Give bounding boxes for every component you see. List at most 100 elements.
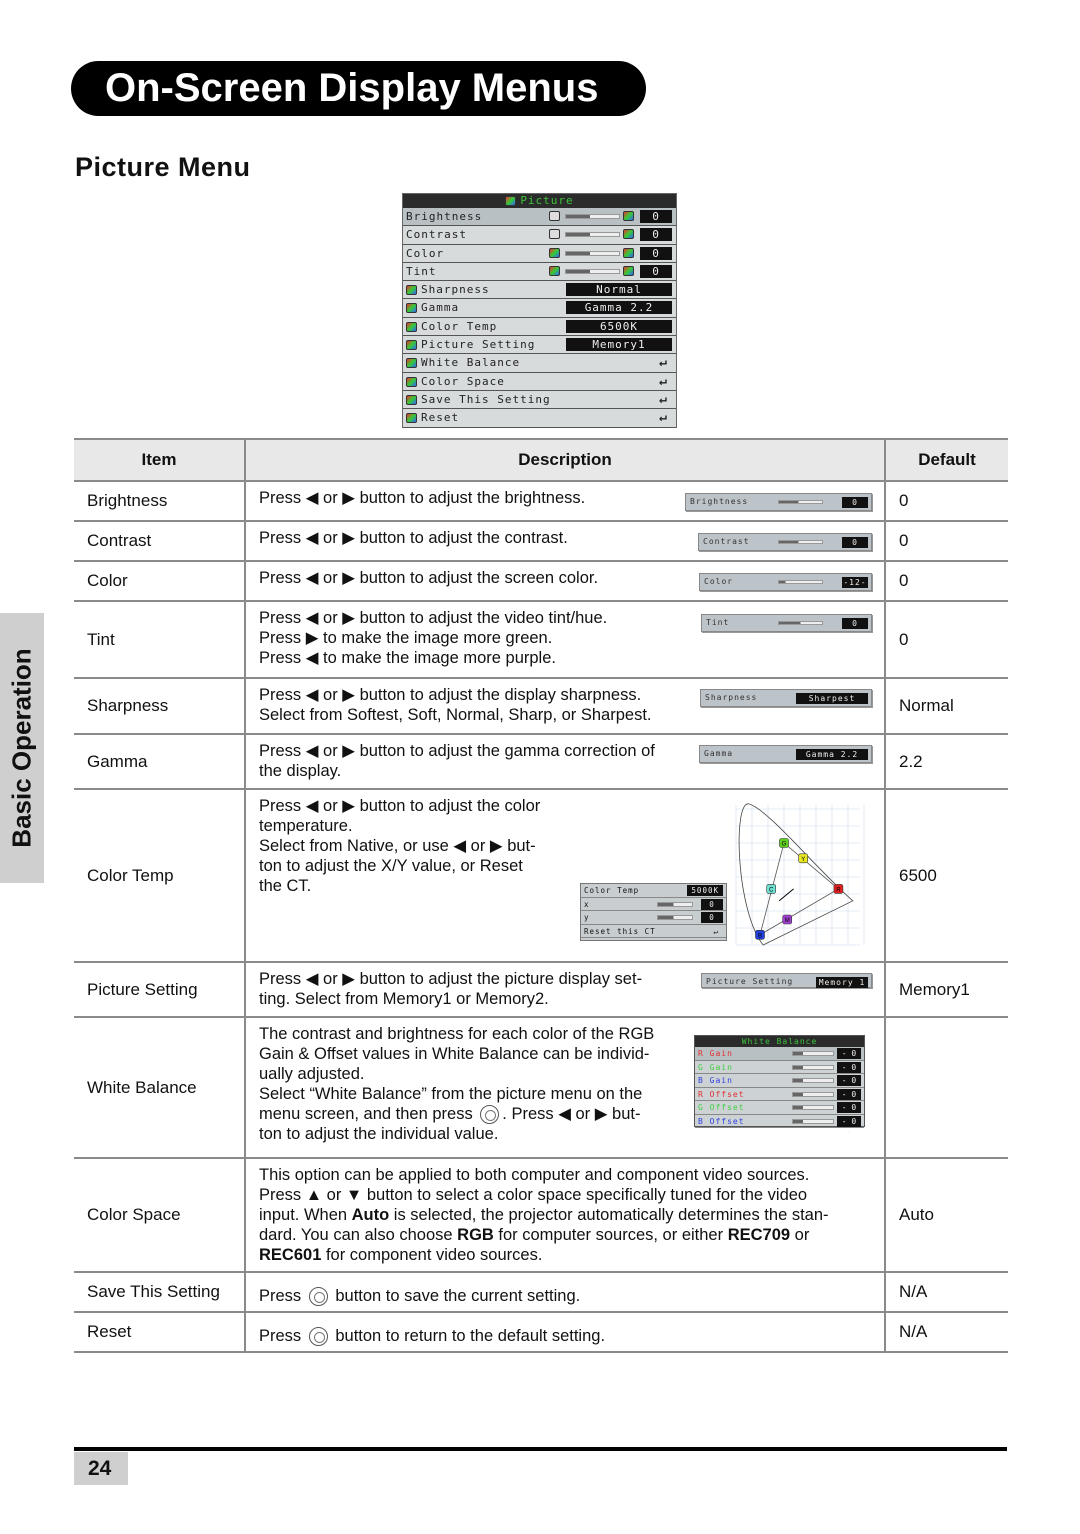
osd-preview-brightness: Brightness 0: [685, 493, 872, 511]
enter-icon: ↵: [659, 391, 668, 407]
description-cell: Press ◀ or ▶ button to adjust the gamma …: [244, 735, 886, 788]
wb-value: - 0 -: [837, 1115, 861, 1137]
slider-track: [792, 1051, 834, 1056]
wb-row: G Offset - 0 -: [695, 1101, 864, 1123]
wb-row: G Gain - 0 -: [695, 1061, 864, 1083]
primary-point-label: C: [769, 887, 774, 893]
item-cell: White Balance: [87, 1077, 197, 1097]
description-text: temperature.: [259, 817, 353, 835]
item-cell: Color Space: [87, 1205, 181, 1224]
osd-item-contrast[interactable]: Contrast 0: [403, 226, 676, 245]
default-cell: 0: [899, 571, 909, 590]
description-bold-text: Auto: [351, 1206, 390, 1224]
description-text: Press ◀ or ▶ button to adjust the contra…: [259, 529, 568, 547]
slider-track: [657, 915, 693, 920]
description-text: for component video sources.: [321, 1246, 543, 1264]
ct-label: y: [584, 913, 590, 922]
osd-item-brightness[interactable]: Brightness 0: [403, 208, 676, 227]
table-row: White Balance The contrast and brightness…: [74, 1018, 1008, 1159]
description-cell: Press ◀ or ▶ button to adjust the video …: [244, 602, 886, 677]
osd-item-color-temp[interactable]: Color Temp 6500K: [403, 318, 676, 337]
description-text: Press ◀ or ▶ button to adjust the color: [259, 797, 541, 815]
ct-label: Color Temp: [584, 886, 640, 895]
description-bold-text: REC601: [259, 1246, 322, 1264]
document-icon: [406, 340, 417, 351]
enter-icon: ↵: [659, 355, 668, 371]
description-text: Press ◀ or ▶ button to adjust the bright…: [259, 489, 586, 507]
description-text: Press ▶ to make the image more green.: [259, 629, 553, 647]
white-point-locus: [778, 888, 794, 902]
folder-icon: [406, 413, 417, 424]
osd-item-color[interactable]: Color 0: [403, 245, 676, 263]
item-cell: Contrast: [87, 531, 152, 550]
header-default: Default: [918, 450, 976, 469]
osd-item-save-this-setting[interactable]: Save This Setting ↵: [403, 391, 676, 410]
osd-item-label: Contrast: [406, 228, 467, 242]
wb-label: G Offset: [698, 1103, 745, 1112]
osd-item-value: 0: [640, 228, 672, 242]
description-cell: Press ◀ or ▶ button to adjust the bright…: [244, 482, 886, 520]
page-number: 24: [74, 1452, 128, 1485]
slider-track: [778, 540, 823, 544]
default-cell: N/A: [899, 1322, 928, 1341]
wb-row: B Offset - 0 -: [695, 1115, 864, 1137]
default-cell: 0: [899, 531, 909, 550]
osd-item-label: Color: [406, 246, 445, 260]
osd-item-label: Brightness: [406, 210, 483, 223]
osd-item-tint[interactable]: Tint 0: [403, 263, 676, 282]
wb-row: R Gain - 0 -: [695, 1047, 864, 1069]
osd-item-gamma[interactable]: Gamma Gamma 2.2: [403, 299, 676, 318]
color-temp-panel: Color Temp 5000K x 0 y 0 Reset this CT ↵: [580, 883, 727, 941]
default-cell: N/A: [899, 1282, 928, 1301]
description-line: REC601 for component video sources.: [259, 1245, 884, 1265]
wb-value: - 0 -: [837, 1088, 861, 1110]
table-row: Contrast Press ◀ or ▶ button to adjust th…: [74, 522, 1008, 562]
description-text: menu screen, and then press: [259, 1105, 478, 1123]
picture-icon: [505, 196, 517, 206]
osd-preview-color: Color -12-: [699, 573, 872, 591]
slider-track: [657, 901, 693, 907]
footer-rule: [74, 1447, 1007, 1451]
preview-value: 0: [842, 537, 868, 548]
osd-preview-picture-setting: Picture Setting Memory 1: [701, 973, 872, 988]
primary-point-label: B: [758, 933, 762, 939]
osd-item-sharpness[interactable]: Sharpness Normal: [403, 281, 676, 300]
wb-value: - 0 -: [837, 1061, 861, 1083]
osd-item-picture-setting[interactable]: Picture Setting Memory1: [403, 336, 676, 355]
osd-item-reset[interactable]: Reset ↵: [403, 409, 676, 428]
header-description: Description: [244, 440, 886, 480]
slider-min-icon: [549, 247, 560, 258]
gamma-icon: [406, 303, 417, 314]
description-text: Select from Native, or use ◀ or ▶ but-: [259, 837, 536, 855]
item-cell: Color Temp: [87, 865, 174, 885]
osd-item-value: Gamma 2.2: [566, 301, 672, 315]
osd-item-value: 6500K: [566, 319, 672, 333]
preview-value: 0: [842, 618, 868, 629]
item-cell: Save This Setting: [87, 1282, 220, 1301]
default-cell: 0: [899, 491, 909, 510]
description-line: Press button to return to the default se…: [259, 1326, 884, 1347]
description-text: This option can be applied to both compu…: [259, 1166, 810, 1184]
primary-point-label: G: [782, 842, 787, 848]
osd-item-value: 0: [640, 210, 672, 223]
osd-item-label: Sharpness: [421, 283, 490, 297]
item-cell: Picture Setting: [87, 979, 198, 999]
default-cell: Normal: [899, 696, 954, 715]
osd-item-label: Reset: [421, 411, 460, 425]
slider-track: [565, 268, 620, 274]
primary-point-label: Y: [801, 857, 805, 863]
default-cell: 6500: [899, 865, 937, 885]
slider-track: [565, 250, 620, 256]
slider-track: [565, 232, 620, 238]
description-text: ton to adjust the individual value.: [259, 1125, 499, 1144]
ct-row: x0: [581, 898, 726, 911]
description-text: Press ◀ or ▶ button to adjust the pictur…: [259, 970, 643, 988]
primary-point-label: R: [836, 887, 841, 893]
osd-preview-contrast: Contrast 0: [698, 533, 872, 551]
description-line: Press button to save the current setting…: [259, 1286, 884, 1307]
wb-label: B Offset: [698, 1116, 745, 1126]
preview-label: Tint: [706, 618, 730, 627]
osd-item-color-space[interactable]: Color Space ↵: [403, 373, 676, 391]
osd-item-white-balance[interactable]: White Balance ↵: [403, 354, 676, 373]
wb-row: R Offset - 0 -: [695, 1088, 864, 1110]
